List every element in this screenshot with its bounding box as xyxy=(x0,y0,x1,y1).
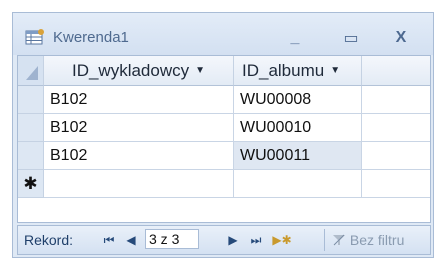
window-title: Kwerenda1 xyxy=(53,29,129,46)
new-record-cell[interactable] xyxy=(44,170,234,198)
filter-label: Bez filtru xyxy=(349,232,405,248)
close-icon: X xyxy=(395,29,407,46)
column-header-id-albumu[interactable]: ID_albumu ▼ xyxy=(234,56,362,86)
last-record-icon[interactable]: ⏭ xyxy=(248,231,264,249)
next-record-icon[interactable]: ▶ xyxy=(226,231,240,249)
column-header-empty xyxy=(362,56,430,86)
filter-icon xyxy=(333,234,345,246)
table-cell[interactable]: B102 xyxy=(44,114,234,142)
maximize-icon: ▭ xyxy=(343,30,359,47)
first-record-icon[interactable]: ⏮ xyxy=(102,231,116,249)
close-button[interactable]: X xyxy=(381,23,421,53)
new-record-icon: ✱ xyxy=(23,173,38,193)
new-record-cell[interactable] xyxy=(234,170,362,198)
record-navigation-bar: Rekord: ⏮ ◀ 3 z 3 ▶ ⏭ ▶✱ Bez filtru xyxy=(17,225,431,255)
minimize-button[interactable]: _ xyxy=(275,23,315,53)
table-cell[interactable]: WU00008 xyxy=(234,86,362,114)
table-cell-empty xyxy=(362,86,430,114)
row-selector[interactable] xyxy=(18,86,44,114)
table-cell-current[interactable]: WU00011 xyxy=(234,142,362,170)
table-cell[interactable]: WU00010 xyxy=(234,114,362,142)
title-bar[interactable]: Kwerenda1 _ ▭ X xyxy=(13,13,433,55)
toolbar-divider xyxy=(324,229,325,251)
new-record-selector[interactable]: ✱ xyxy=(18,170,44,198)
filter-button[interactable]: Bez filtru xyxy=(332,232,404,248)
new-record-icon[interactable]: ▶✱ xyxy=(272,231,292,249)
table-cell-empty xyxy=(362,142,430,170)
table-cell[interactable]: B102 xyxy=(44,86,234,114)
column-header-label: ID_albumu xyxy=(242,60,325,80)
maximize-button[interactable]: ▭ xyxy=(331,23,371,53)
table-cell[interactable]: B102 xyxy=(44,142,234,170)
column-header-id-wykladowcy[interactable]: ID_wykladowcy ▼ xyxy=(44,56,234,86)
table-cell-empty xyxy=(362,170,430,198)
query-window: Kwerenda1 _ ▭ X ID_wykladowcy ▼ ID_album… xyxy=(12,12,434,258)
previous-record-icon[interactable]: ◀ xyxy=(124,231,138,249)
current-record-input[interactable]: 3 z 3 xyxy=(145,229,199,249)
minimize-icon: _ xyxy=(290,29,300,46)
row-selector[interactable] xyxy=(18,114,44,142)
datasheet-icon xyxy=(25,29,44,45)
chevron-down-icon[interactable]: ▼ xyxy=(330,65,340,76)
table-cell-empty xyxy=(362,114,430,142)
row-selector[interactable] xyxy=(18,142,44,170)
column-header-label: ID_wykladowcy xyxy=(71,60,190,80)
chevron-down-icon[interactable]: ▼ xyxy=(195,65,205,76)
select-all-corner[interactable] xyxy=(18,56,44,86)
datasheet-grid: ID_wykladowcy ▼ ID_albumu ▼ B102 WU00008… xyxy=(17,55,431,223)
select-all-icon xyxy=(26,65,38,80)
record-label: Rekord: xyxy=(24,232,74,248)
